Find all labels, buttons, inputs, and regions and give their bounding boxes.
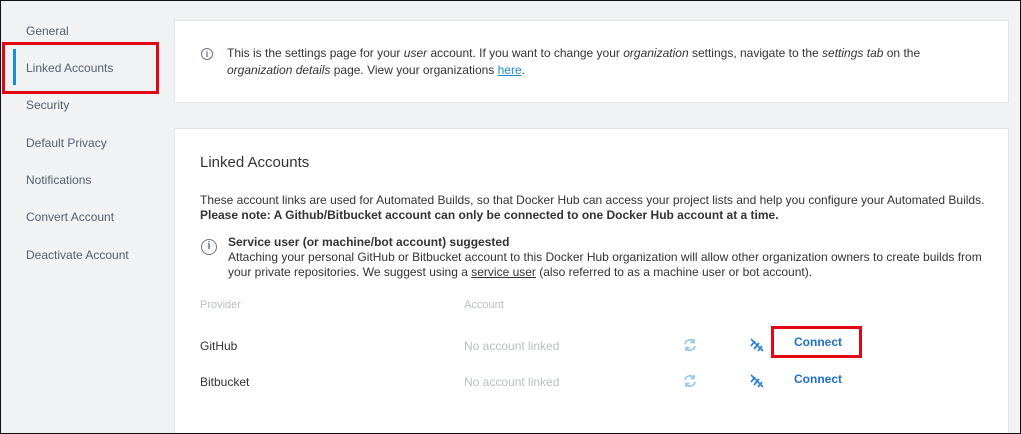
section-description: These account links are used for Automat… — [200, 193, 985, 222]
github-connect-button[interactable]: Connect — [794, 335, 842, 349]
sidebar-item-linked-accounts[interactable]: Linked Accounts — [26, 59, 113, 77]
service-user-title: Service user (or machine/bot account) su… — [228, 235, 510, 249]
settings-sidebar: General Linked Accounts Security Default… — [0, 0, 162, 434]
section-title: Linked Accounts — [200, 154, 310, 171]
provider-bitbucket: Bitbucket — [200, 375, 250, 389]
service-user-text: Attaching your personal GitHub or Bitbuc… — [228, 250, 982, 279]
info-icon: i — [201, 239, 217, 255]
sidebar-item-security[interactable]: Security — [26, 96, 69, 114]
bitbucket-account-status: No account linked — [464, 375, 560, 389]
unlink-icon[interactable] — [749, 373, 765, 389]
github-account-status: No account linked — [464, 339, 560, 353]
sidebar-item-notifications[interactable]: Notifications — [26, 171, 91, 189]
info-icon: i — [201, 48, 213, 60]
sidebar-item-default-privacy[interactable]: Default Privacy — [26, 134, 107, 152]
sidebar-item-convert-account[interactable]: Convert Account — [26, 208, 114, 226]
sidebar-active-indicator — [13, 49, 16, 85]
bitbucket-connect-button[interactable]: Connect — [794, 372, 842, 386]
column-header-account: Account — [464, 299, 504, 311]
info-banner: i This is the settings page for your use… — [174, 20, 1009, 103]
linking-note: Please note: A Github/Bitbucket account … — [200, 208, 779, 222]
sidebar-item-deactivate-account[interactable]: Deactivate Account — [26, 246, 129, 264]
provider-github: GitHub — [200, 339, 238, 353]
linked-accounts-card: Linked Accounts These account links are … — [174, 128, 1009, 434]
info-banner-text: This is the settings page for your user … — [227, 46, 921, 77]
column-header-provider: Provider — [200, 299, 241, 311]
service-user-link[interactable]: service user — [471, 265, 536, 279]
unlink-icon[interactable] — [749, 337, 765, 353]
refresh-icon[interactable] — [682, 337, 698, 353]
refresh-icon[interactable] — [682, 373, 698, 389]
organizations-link[interactable]: here — [498, 63, 522, 77]
sidebar-item-general[interactable]: General — [26, 22, 69, 40]
